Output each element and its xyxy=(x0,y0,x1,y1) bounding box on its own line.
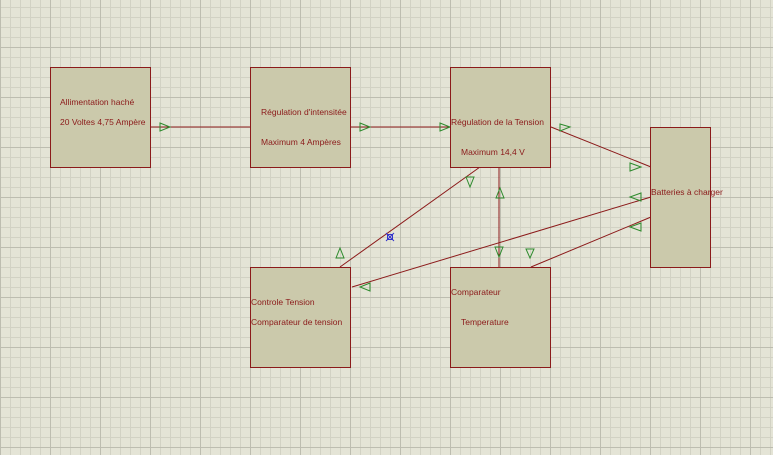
block-controle-tension[interactable]: Controle Tension Comparateur de tension xyxy=(250,267,351,368)
block-regulation-intensite[interactable]: Régulation d'intensitée Maximum 4 Ampère… xyxy=(250,67,351,168)
block-regulation-intensite-line2: Maximum 4 Ampères xyxy=(261,137,341,147)
block-batteries[interactable]: Batteries à charger xyxy=(650,127,723,268)
arrow-marker xyxy=(559,123,572,132)
block-regulation-tension-line2: Maximum 14,4 V xyxy=(461,147,525,157)
block-alimentation-line1: Allimentation haché xyxy=(60,97,135,107)
wire-tension-to-controle[interactable] xyxy=(339,166,481,268)
block-regulation-tension[interactable]: Régulation de la Tension Maximum 14,4 V xyxy=(450,67,551,168)
block-comparateur-temperature-line1: Comparateur xyxy=(451,287,501,297)
arrow-marker xyxy=(525,248,535,260)
arrow-marker xyxy=(495,186,505,199)
block-regulation-intensite-line1: Régulation d'intensitée xyxy=(261,107,347,117)
block-batteries-line1: Batteries à charger xyxy=(651,187,723,197)
junction-marker-icon[interactable] xyxy=(385,232,395,242)
block-controle-tension-line1: Controle Tension xyxy=(251,297,315,307)
arrow-marker xyxy=(628,222,642,232)
arrow-marker xyxy=(629,162,643,172)
block-regulation-tension-line1: Régulation de la Tension xyxy=(451,117,544,127)
block-alimentation-line2: 20 Voltes 4,75 Ampère xyxy=(60,117,146,127)
block-controle-tension-line2: Comparateur de tension xyxy=(251,317,343,327)
wire-tension-to-batteries[interactable] xyxy=(550,126,652,168)
block-alimentation[interactable]: Allimentation haché 20 Voltes 4,75 Ampèr… xyxy=(50,67,151,168)
block-comparateur-temperature[interactable]: Comparateur Temperature xyxy=(450,267,551,368)
arrow-marker xyxy=(335,246,345,259)
arrow-marker xyxy=(628,192,642,202)
schematic-canvas[interactable]: Allimentation haché 20 Voltes 4,75 Ampèr… xyxy=(0,0,773,455)
arrow-marker xyxy=(465,176,475,189)
wire-batteries-to-comparateur[interactable] xyxy=(530,216,652,268)
block-comparateur-temperature-line2: Temperature xyxy=(461,317,509,327)
